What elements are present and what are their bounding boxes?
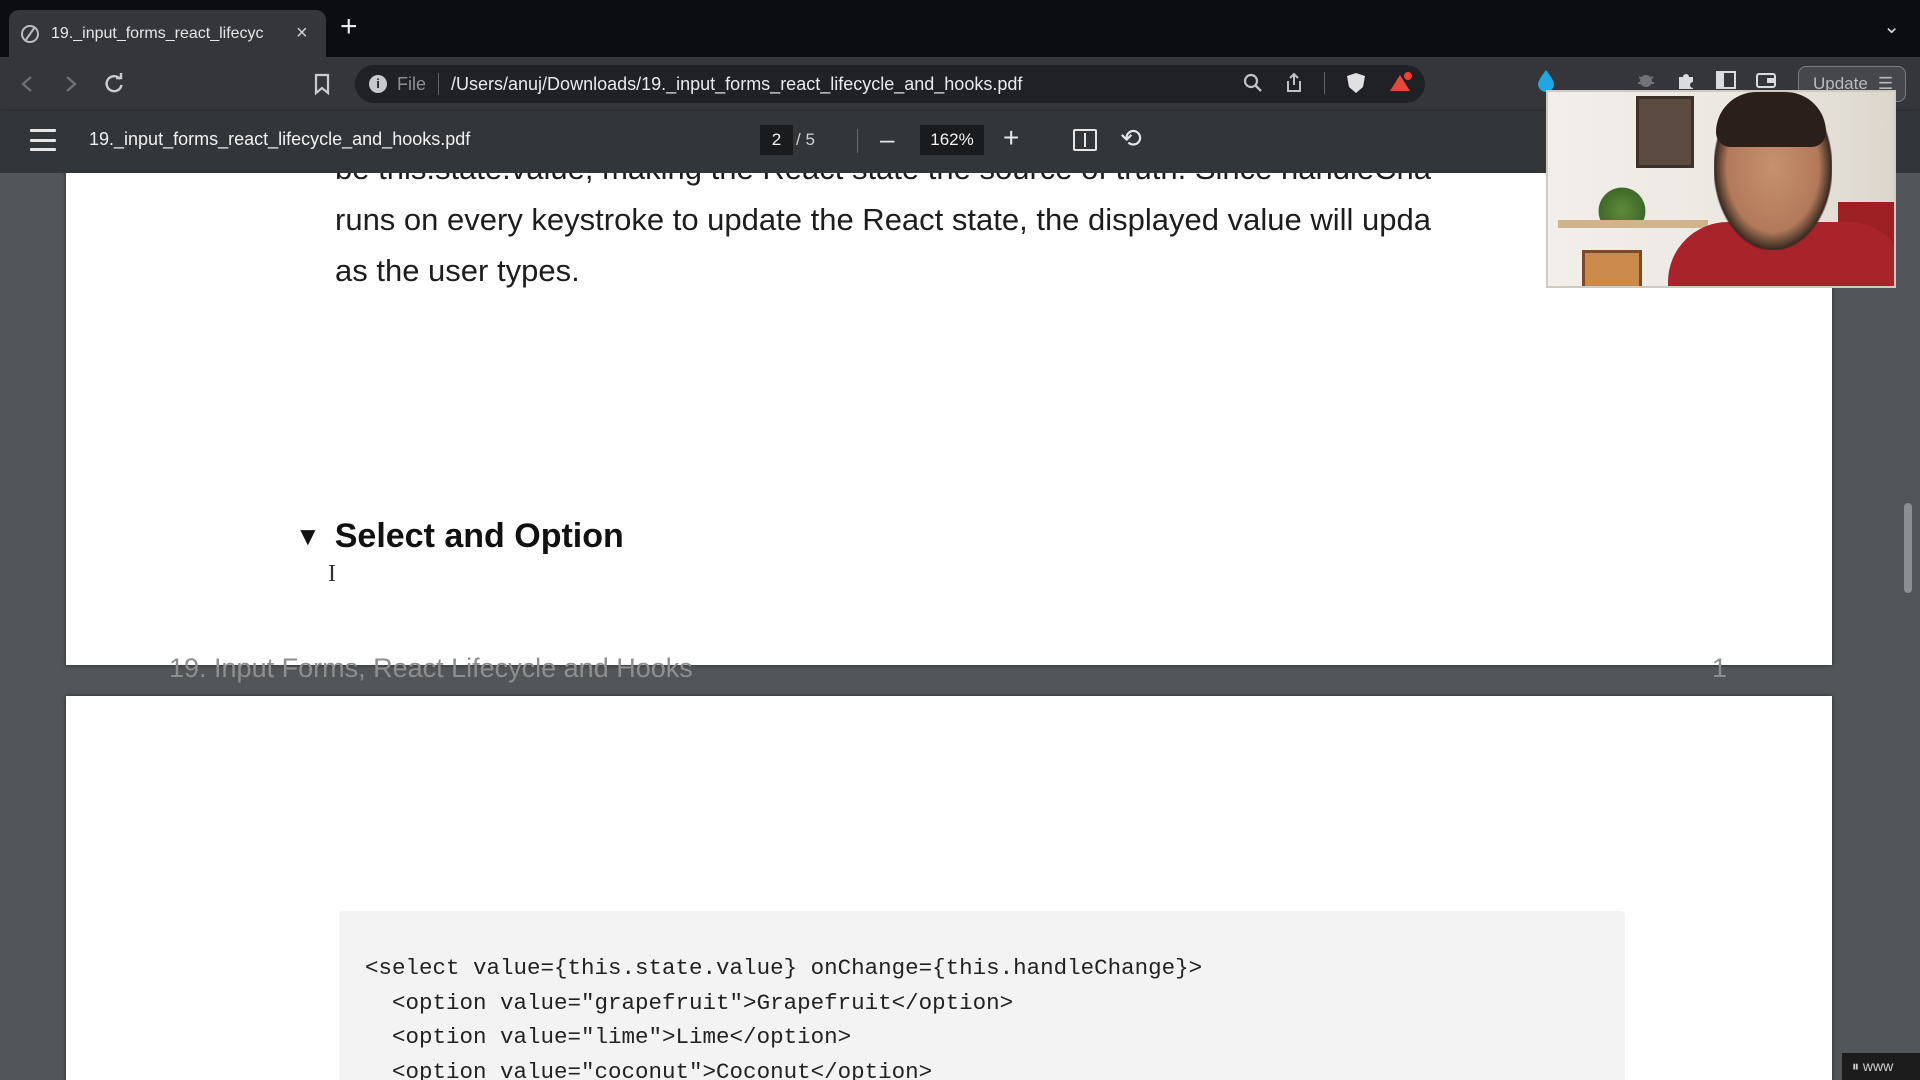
paragraph-line-2: runs on every keystroke to update the Re… (335, 202, 1431, 237)
reload-button[interactable] (98, 68, 130, 100)
tab-close-button[interactable]: × (296, 22, 308, 45)
fit-to-page-icon[interactable] (1073, 129, 1097, 151)
scrollbar-thumb[interactable] (1904, 503, 1912, 593)
bookmark-button[interactable] (306, 68, 338, 100)
code-block: <select value={this.state.value} onChang… (339, 911, 1625, 1080)
extensions-row (1535, 68, 1777, 92)
droplet-extension-icon[interactable] (1535, 68, 1557, 92)
text-cursor-icon: I (328, 561, 336, 587)
actions-divider (1324, 72, 1325, 94)
bug-extension-icon[interactable] (1635, 69, 1657, 91)
bookmark-icon (314, 73, 330, 95)
browser-tabstrip: 19._input_forms_react_lifecyc × + ⌄ (0, 0, 1920, 57)
tab-title: 19._input_forms_react_lifecyc (51, 24, 264, 42)
tab-search-icon[interactable]: ⌄ (1883, 14, 1900, 39)
code-line: <option value="coconut">Coconut</option> (365, 1058, 933, 1080)
section-heading[interactable]: ▼ Select and Option (295, 517, 624, 556)
brave-rewards-icon[interactable] (1387, 71, 1413, 95)
zoom-out-button[interactable]: – (880, 125, 894, 153)
code-line: <option value="lime">Lime</option> (365, 1024, 852, 1050)
paragraph-line-partial: be this.state.value, making the React st… (335, 173, 1431, 194)
section-heading-text: Select and Option (334, 517, 624, 555)
sidebar-toggle-icon[interactable] (1715, 69, 1737, 91)
address-bar[interactable]: i File /Users/anuj/Downloads/19._input_f… (355, 65, 1425, 103)
wall-picture-frame (1636, 96, 1694, 168)
code-line: <option value="grapefruit">Grapefruit</o… (365, 989, 1014, 1016)
pdf-viewer[interactable]: be this.state.value, making the React st… (0, 173, 1920, 1080)
zoom-lens-icon[interactable] (1242, 72, 1264, 94)
address-divider (438, 73, 440, 95)
new-tab-button[interactable]: + (340, 12, 358, 42)
browser-tab[interactable]: 19._input_forms_react_lifecyc × (9, 10, 326, 57)
rotate-icon[interactable]: ⟲ (1120, 123, 1142, 154)
reload-icon (105, 73, 123, 93)
puzzle-extensions-icon[interactable] (1675, 69, 1697, 91)
url-scheme-label: File (397, 73, 427, 94)
info-icon[interactable]: i (369, 75, 387, 93)
code-line: <select value={this.state.value} onChang… (365, 955, 1203, 981)
pdf-toolbar-divider (857, 129, 858, 153)
pdf-page-2: <select value={this.state.value} onChang… (66, 696, 1832, 1080)
page-footer-title: 19. Input Forms, React Lifecycle and Hoo… (169, 653, 693, 683)
back-arrow-icon (21, 76, 32, 92)
zoom-level-input[interactable]: 162% (920, 125, 984, 155)
page-total-label: / 5 (796, 130, 815, 149)
presenter-hair (1716, 92, 1826, 147)
hamburger-menu-icon[interactable] (30, 129, 56, 151)
page-number-input[interactable]: 2 (760, 125, 793, 155)
back-button[interactable] (12, 68, 44, 100)
brave-shield-icon[interactable] (1345, 71, 1367, 95)
globe-icon (21, 24, 39, 43)
paragraph-line-3: as the user types. (335, 253, 580, 288)
forward-arrow-icon (66, 76, 77, 92)
wallet-icon[interactable] (1755, 69, 1777, 91)
pdf-document-title: 19._input_forms_react_lifecycle_and_hook… (89, 129, 471, 149)
share-icon[interactable] (1284, 72, 1304, 94)
url-text[interactable]: /Users/anuj/Downloads/19._input_forms_re… (451, 74, 1022, 95)
corner-overlay-badge: ⏸ www (1842, 1053, 1920, 1080)
shelf (1558, 220, 1708, 228)
webcam-overlay (1546, 90, 1896, 288)
forward-button[interactable] (54, 68, 86, 100)
disclosure-triangle-icon[interactable]: ▼ (295, 521, 321, 552)
page-footer-number: 1 (1712, 653, 1728, 683)
board (1582, 250, 1642, 286)
address-bar-actions (1242, 71, 1413, 95)
zoom-in-button[interactable]: + (1003, 123, 1019, 153)
